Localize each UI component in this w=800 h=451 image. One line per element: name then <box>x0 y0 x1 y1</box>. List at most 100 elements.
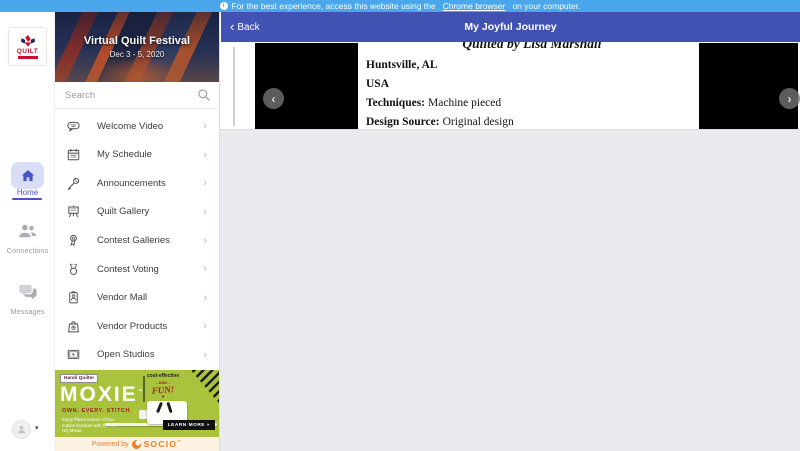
menu-item-label: Announcements <box>97 178 166 189</box>
sidebar-item-home[interactable] <box>11 162 44 189</box>
search-input[interactable] <box>55 90 197 101</box>
ad-brand-logo: Handi Quilter <box>60 374 98 383</box>
menu-item-vendor-products[interactable]: Vendor Products › <box>55 312 219 341</box>
chevron-right-icon: › <box>203 292 207 304</box>
chevron-right-icon: › <box>203 206 207 218</box>
badge-icon <box>66 290 81 305</box>
carousel-prev-button[interactable]: ‹ <box>263 88 284 109</box>
menu-item-quilt-gallery[interactable]: Quilt Gallery › <box>55 198 219 227</box>
ad-offer-text: cost-effective - AND - FUN! ▾ <box>141 373 185 399</box>
quilt-country: USA <box>366 78 389 90</box>
home-icon <box>19 167 37 185</box>
person-icon <box>16 424 27 435</box>
menu-item-label: Quilt Gallery <box>97 206 149 217</box>
chevron-right-icon: › <box>203 149 207 161</box>
quilt-credit: Quilted by Lisa Marshall <box>365 42 699 52</box>
sidebar-item-connections[interactable] <box>0 224 55 239</box>
menu-item-label: Contest Voting <box>97 264 159 275</box>
ad-tagline: OWN. EVERY. STITCH. <box>62 408 132 414</box>
event-logo: QUILT <box>9 28 46 65</box>
menu-item-label: Welcome Video <box>97 121 163 132</box>
back-chevron-icon: ‹ <box>230 22 234 32</box>
schedule-icon <box>66 147 81 162</box>
banner-text-suffix: on your computer. <box>512 1 580 11</box>
info-icon: i <box>220 2 228 10</box>
menu-item-open-studios[interactable]: Open Studios › <box>55 341 219 370</box>
event-sidebar: Virtual Quilt Festival Dec 3 - 5, 2020 W… <box>55 12 220 451</box>
sponsor-ad-banner[interactable]: Handi Quilter MOXIE™ OWN. EVERY. STITCH.… <box>55 370 219 437</box>
menu-item-vendor-mall[interactable]: Vendor Mall › <box>55 283 219 312</box>
menu-item-contest-voting[interactable]: Contest Voting › <box>55 255 219 284</box>
menu-item-my-schedule[interactable]: My Schedule › <box>55 141 219 170</box>
chevron-right-icon: › <box>203 320 207 332</box>
design-source-value: Original design <box>443 116 514 128</box>
page-title: My Joyful Journey <box>464 21 556 33</box>
event-dates: Dec 3 - 5, 2020 <box>110 50 165 59</box>
connections-icon <box>17 224 38 239</box>
back-label: Back <box>237 22 259 33</box>
content-scrollbar[interactable] <box>233 47 235 126</box>
chrome-browser-link[interactable]: Chrome browser <box>443 1 506 11</box>
browser-notice-banner: i For the best experience, access this w… <box>0 0 800 12</box>
quilt-detail-view: ‹ › Quilted by Lisa Marshall Huntsville,… <box>221 42 800 129</box>
empty-background <box>220 129 800 451</box>
menu-item-label: Open Studios <box>97 349 155 360</box>
menu-item-label: Contest Galleries <box>97 235 170 246</box>
techniques-value: Machine pieced <box>428 97 501 109</box>
search-bar <box>55 82 219 109</box>
shopping-bag-icon <box>66 319 81 334</box>
home-active-underline <box>12 198 42 200</box>
menu-item-announcements[interactable]: Announcements › <box>55 169 219 198</box>
messages-label: Messages <box>0 307 55 316</box>
menu-item-label: Vendor Mall <box>97 292 147 303</box>
messages-icon <box>18 283 38 300</box>
quilt-city: Huntsville, AL <box>366 59 438 71</box>
nav-rail: QUILT Home Connections Messages ▾ <box>0 12 55 451</box>
back-button[interactable]: ‹ Back <box>230 22 260 33</box>
carousel-image-left <box>255 43 358 129</box>
design-source-label: Design Source: <box>366 116 440 128</box>
home-label: Home <box>0 188 55 197</box>
quilting-machine-pole <box>143 376 145 402</box>
chevron-right-icon: › <box>203 120 207 132</box>
event-title: Virtual Quilt Festival <box>84 35 190 47</box>
gallery-easel-icon <box>66 204 81 219</box>
ad-offer-top: cost-effective <box>141 373 185 379</box>
event-cover-image: Virtual Quilt Festival Dec 3 - 5, 2020 <box>55 12 219 82</box>
chevron-right-icon: › <box>203 177 207 189</box>
powered-by-socio[interactable]: Powered by SOCIO™ <box>55 437 219 451</box>
menu-item-label: My Schedule <box>97 149 152 160</box>
connections-label: Connections <box>0 246 55 255</box>
banner-text: For the best experience, access this web… <box>232 1 436 11</box>
welcome-video-icon <box>66 119 81 134</box>
announcements-icon <box>66 176 81 191</box>
sidebar-item-messages[interactable] <box>0 283 55 300</box>
menu-item-contest-galleries[interactable]: Contest Galleries › <box>55 226 219 255</box>
trademark-symbol: ™ <box>177 439 182 444</box>
learn-more-button[interactable]: LEARN MORE » <box>163 420 215 430</box>
carousel-next-button[interactable]: › <box>779 88 800 109</box>
socio-logo-icon <box>132 440 141 449</box>
chevron-right-icon: › <box>203 235 207 247</box>
medal-icon <box>66 262 81 277</box>
logo-text: QUILT <box>17 48 39 55</box>
quilt-techniques: Techniques:Machine pieced <box>366 97 501 109</box>
menu-item-welcome-video[interactable]: Welcome Video › <box>55 112 219 141</box>
avatar-menu-caret-icon[interactable]: ▾ <box>35 424 39 432</box>
powered-by-label: Powered by <box>92 441 129 448</box>
techniques-label: Techniques: <box>366 97 425 109</box>
quilt-design-source: Design Source:Original design <box>366 116 514 128</box>
ad-product-name: MOXIE™ <box>60 383 145 407</box>
menu-item-label: Vendor Products <box>97 321 167 332</box>
carousel-image-right <box>699 43 798 129</box>
quilt-flower-icon <box>18 35 38 47</box>
rosette-icon <box>66 233 81 248</box>
chevron-right-icon: › <box>203 349 207 361</box>
chevron-right-icon: › <box>203 263 207 275</box>
video-screen-icon <box>66 347 81 362</box>
content-header-bar: ‹ Back My Joyful Journey <box>221 12 800 42</box>
logo-bar <box>18 56 38 59</box>
feature-menu: Welcome Video › My Schedule › <box>55 112 219 369</box>
user-avatar[interactable] <box>12 420 31 439</box>
socio-wordmark: SOCIO™ <box>144 439 183 449</box>
